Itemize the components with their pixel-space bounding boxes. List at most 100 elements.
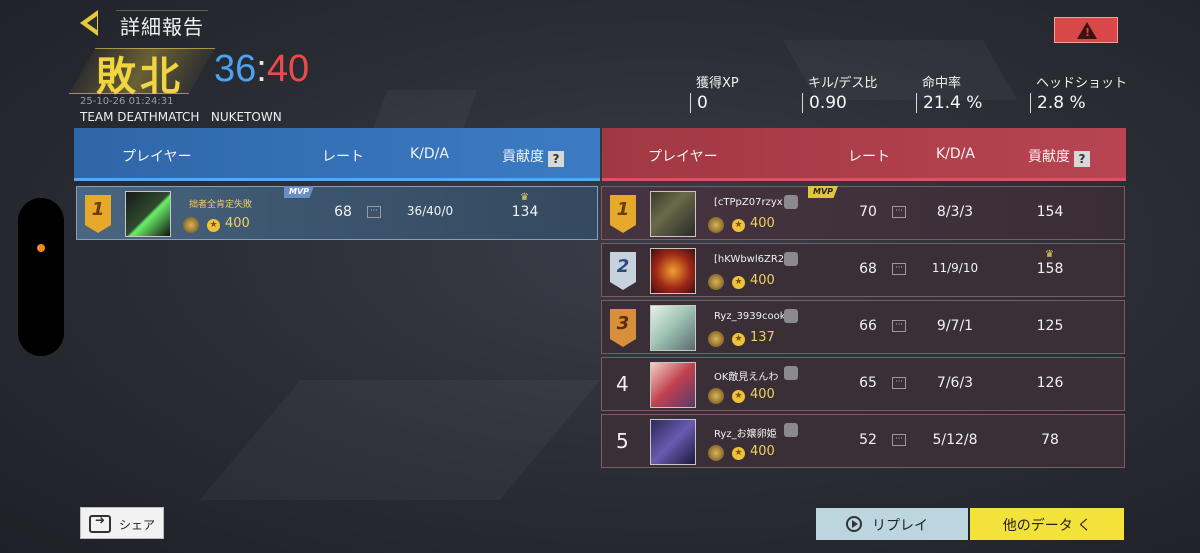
avatar[interactable] [125,191,171,237]
report-button[interactable]: ! [1054,17,1118,43]
player-name[interactable]: Ryz_3939cookie [714,311,794,322]
coin-icon: ★ [732,447,745,460]
status-dot-icon [37,244,45,252]
mvp-badge: MVP [808,186,838,198]
replay-label: リプレイ [872,518,928,534]
avatar[interactable] [650,362,696,408]
coin-icon: ★ [207,219,220,232]
contribution-value: 134 [511,204,539,220]
result-banner: 敗北 [68,44,216,100]
player-row[interactable]: 1 拙者全肯定失敗 ★ 400 MVP 68 ··· 36/40/0 ♛ 134 [76,186,598,240]
more-icon[interactable]: ··· [892,263,906,275]
crown-icon: ♛ [1045,249,1054,260]
kda-value: 9/7/1 [936,318,974,334]
avatar[interactable] [650,305,696,351]
add-friend-icon[interactable] [784,195,798,209]
help-icon[interactable]: ? [1074,151,1090,167]
game-mode: TEAM DEATHMATCH [80,110,200,124]
warning-exclamation: ! [1085,26,1091,39]
page-title: 詳細報告 [116,10,208,40]
kda-value: 5/12/8 [932,432,978,448]
col-player: プレイヤー [122,149,192,165]
player-name[interactable]: OK敵見えんわ [714,368,778,383]
contribution-value: 158 [1036,261,1064,277]
match-timestamp: 25-10-26 01:24:31 [80,96,174,107]
col-contribution: 貢献度? [502,146,564,167]
stat-accuracy: 命中率 21.4 % [916,72,982,113]
avatar[interactable] [650,248,696,294]
coin-value: 400 [750,444,775,459]
col-contribution-label: 貢献度 [502,149,544,165]
back-arrow-icon[interactable] [80,10,104,36]
rate-value: 70 [859,204,877,220]
kda-value: 7/6/3 [936,375,974,391]
more-icon[interactable]: ··· [892,320,906,332]
stat-value: 2.8 % [1030,93,1127,113]
kda-value: 36/40/0 [406,204,454,218]
coin-value: 137 [750,330,775,345]
rate-value: 68 [334,204,352,220]
coin-value: 400 [750,273,775,288]
rank-number: 4 [616,372,629,396]
stat-label: キル/デス比 [808,76,878,91]
player-row[interactable]: 3 Ryz_3939cookie ★ 137 66 ··· 9/7/1 125 [601,300,1125,354]
score-red: 40 [266,48,310,90]
rate-value: 65 [859,375,877,391]
coin-icon: ★ [732,276,745,289]
rank-badge: 2 [610,252,636,290]
coin-value: 400 [750,387,775,402]
player-row[interactable]: 5 Ryz_お嬢卵姫 ★ 400 52 ··· 5/12/8 78 [601,414,1125,468]
replay-button[interactable]: リプレイ [816,508,968,540]
col-kda: K/D/A [410,146,449,162]
more-icon[interactable]: ··· [892,206,906,218]
contribution-value: 154 [1036,204,1064,220]
other-data-button[interactable]: 他のデータ く [970,508,1124,540]
col-rate: レート [848,149,890,165]
kda-value: 11/9/10 [931,261,979,275]
col-contribution: 貢献度? [1028,146,1090,167]
player-row[interactable]: 1 [cTPpZ07rzyx ★ 400 MVP 70 ··· 8/3/3 15… [601,186,1125,240]
score-blue: 36 [214,48,257,90]
avatar[interactable] [650,419,696,465]
play-icon [846,516,862,532]
rank-emblem-icon [708,217,724,233]
coin-icon: ★ [732,219,745,232]
player-name[interactable]: Ryz_お嬢卵姫 [714,425,777,440]
stat-value: 0.90 [802,93,877,113]
rank-badge: 1 [85,195,111,233]
col-contribution-label: 貢献度 [1028,149,1070,165]
rank-number: 5 [616,429,629,453]
add-friend-icon[interactable] [784,366,798,380]
crown-icon: ♛ [520,192,529,203]
share-button[interactable]: シェア [80,507,164,539]
rank-badge: 3 [610,309,636,347]
add-friend-icon[interactable] [784,252,798,266]
stat-label: 獲得XP [696,76,739,91]
rank-badge: 1 [610,195,636,233]
player-row[interactable]: 2 [hKWbwl6ZR2w ★ 400 68 ··· 11/9/10 ♛ 15… [601,243,1125,297]
player-name[interactable]: [cTPpZ07rzyx [714,197,783,208]
stat-headshot: ヘッドショット 2.8 % [1030,72,1127,113]
red-team-header: プレイヤー レート K/D/A 貢献度? [602,128,1126,181]
add-friend-icon[interactable] [784,423,798,437]
stat-value: 21.4 % [916,93,982,113]
rate-value: 68 [859,261,877,277]
more-icon[interactable]: ··· [892,434,906,446]
stat-kd: キル/デス比 0.90 [802,72,877,113]
kda-value: 8/3/3 [936,204,974,220]
help-icon[interactable]: ? [548,151,564,167]
mode-and-map: TEAM DEATHMATCH NUKETOWN [80,110,282,124]
add-friend-icon[interactable] [784,309,798,323]
player-name[interactable]: [hKWbwl6ZR2w [714,254,792,265]
stat-xp: 獲得XP 0 [690,72,739,113]
avatar[interactable] [650,191,696,237]
rank-emblem-icon [708,274,724,290]
score-separator: : [256,48,267,90]
more-icon[interactable]: ··· [367,206,381,218]
player-name[interactable]: 拙者全肯定失敗 [189,197,252,210]
match-score: 36:40 [214,48,309,91]
stat-label: 命中率 [922,76,962,91]
player-row[interactable]: 4 OK敵見えんわ ★ 400 65 ··· 7/6/3 126 [601,357,1125,411]
more-icon[interactable]: ··· [892,377,906,389]
coin-icon: ★ [732,333,745,346]
